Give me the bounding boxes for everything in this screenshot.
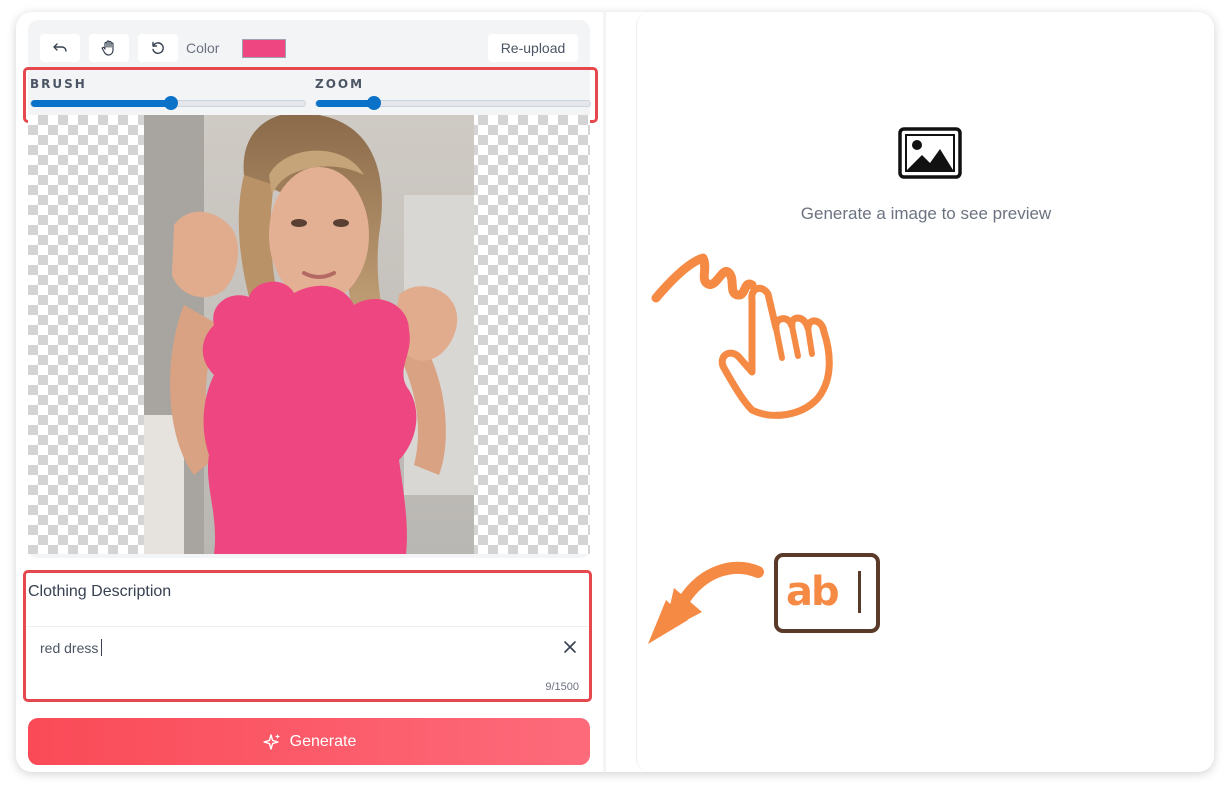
text-field-icon: ab (774, 553, 880, 633)
generate-label: Generate (289, 732, 357, 750)
mask-canvas[interactable] (28, 115, 590, 554)
undo-button[interactable] (40, 34, 80, 62)
color-label: Color (186, 40, 220, 56)
sparkle-icon (262, 733, 280, 750)
hand-icon (101, 40, 114, 56)
zoom-slider-group: ZOOM (315, 77, 591, 110)
description-divider (26, 626, 589, 627)
reupload-button[interactable]: Re-upload (488, 34, 578, 62)
brush-slider-fill (31, 100, 171, 107)
generate-button[interactable]: Generate (28, 718, 590, 765)
column-divider (603, 12, 606, 772)
description-title: Clothing Description (28, 583, 172, 600)
zoom-label: ZOOM (315, 77, 365, 91)
clear-icon[interactable] (563, 640, 577, 654)
preview-placeholder-text: Generate a image to see preview (800, 204, 1052, 223)
clothing-description-panel: Clothing Description 9/1500 (23, 570, 592, 702)
zoom-slider-handle[interactable] (366, 96, 381, 110)
reset-icon (152, 41, 164, 54)
brush-slider[interactable] (30, 96, 306, 110)
brush-label: BRUSH (30, 77, 87, 91)
curved-arrow-icon (648, 561, 764, 644)
brush-slider-group: BRUSH (30, 77, 306, 110)
clothing-description-input[interactable] (40, 637, 540, 659)
editor-toolbar: Color Re-upload (40, 34, 578, 62)
text-caret (101, 639, 102, 656)
app-window: Color Re-upload BRUSH ZOOM Clothing Desc… (16, 12, 1214, 772)
undo-icon (53, 43, 67, 52)
uploaded-photo (144, 115, 474, 554)
color-picker[interactable] (242, 39, 286, 58)
pan-button[interactable] (89, 34, 129, 62)
character-counter: 9/1500 (545, 681, 579, 693)
zoom-slider-fill (316, 100, 374, 107)
image-icon (898, 127, 962, 179)
tap-hand-icon (651, 253, 833, 419)
reset-button[interactable] (138, 34, 178, 62)
text-field-letters: ab (786, 569, 840, 615)
brush-slider-handle[interactable] (163, 96, 178, 110)
text-field-caret (858, 571, 861, 613)
zoom-slider[interactable] (315, 96, 591, 110)
